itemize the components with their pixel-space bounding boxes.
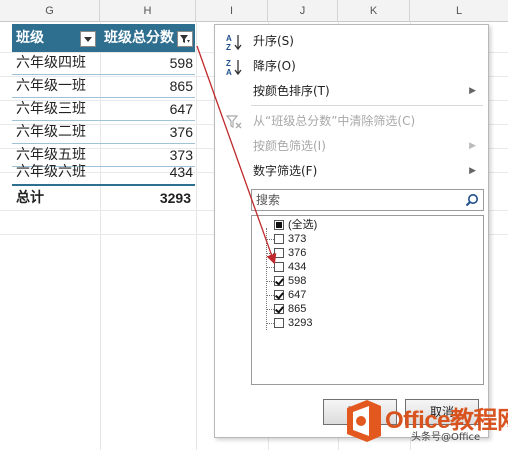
gridline — [196, 22, 197, 450]
score-value: 376 — [169, 124, 193, 140]
score-value: 647 — [169, 101, 193, 117]
list-item[interactable]: 3293 — [252, 316, 483, 330]
column-header-l[interactable]: L — [410, 0, 508, 22]
column-header-j[interactable]: J — [268, 0, 338, 22]
list-item[interactable]: 598 — [252, 274, 483, 288]
list-item-label: 373 — [288, 233, 307, 245]
watermark-subtitle: 头条号@Office — [411, 432, 481, 443]
list-item-label: 376 — [288, 247, 307, 259]
clear-filter-label: 从“班级总分数”中清除筛选(C) — [253, 114, 416, 128]
table-header-score-label: 班级总分数 — [104, 30, 174, 46]
submenu-arrow-icon: ▶ — [469, 166, 476, 176]
list-item-label: 3293 — [288, 317, 313, 329]
menu-item-clear-filter[interactable]: 从“班级总分数”中清除筛选(C) — [215, 109, 488, 133]
menu-item-sort-ascending[interactable]: A Z 升序(S) — [215, 29, 488, 53]
submenu-arrow-icon: ▶ — [469, 141, 476, 151]
class-name: 六年级四班 — [16, 55, 86, 71]
class-name: 六年级三班 — [16, 101, 86, 117]
table-row: 六年级一班 865 — [12, 75, 195, 98]
sort-descending-label: 降序(O) — [253, 59, 296, 73]
class-filter-button[interactable] — [80, 31, 96, 47]
table-row: 六年级二班 376 — [12, 121, 195, 144]
filter-by-color-label: 按颜色筛选(I) — [253, 139, 326, 153]
sort-by-color-label: 按颜色排序(T) — [253, 84, 330, 98]
menu-item-sort-descending[interactable]: Z A 降序(O) — [215, 54, 488, 78]
total-value: 3293 — [159, 190, 191, 206]
search-box[interactable] — [251, 189, 484, 211]
menu-item-sort-by-color[interactable]: 按颜色排序(T) ▶ — [215, 79, 488, 103]
checkbox[interactable] — [274, 290, 284, 300]
filter-dropdown-menu: A Z 升序(S) Z A 降序(O) 按颜色排序(T) ▶ 从“班级总分数”中… — [214, 24, 489, 438]
sort-ascending-label: 升序(S) — [253, 34, 294, 48]
office-logo-icon — [347, 400, 381, 442]
list-item-label: (全选) — [288, 219, 318, 231]
menu-separator — [251, 105, 483, 106]
list-item-label: 865 — [288, 303, 307, 315]
checkbox[interactable] — [274, 304, 284, 314]
svg-text:Z: Z — [226, 59, 231, 68]
checkbox[interactable] — [274, 318, 284, 328]
column-header-k[interactable]: K — [338, 0, 410, 22]
list-item-label: 647 — [288, 289, 307, 301]
search-icon[interactable] — [465, 193, 479, 210]
column-header-row: G H I J K L — [0, 0, 508, 22]
column-header-h[interactable]: H — [100, 0, 196, 22]
menu-item-filter-by-color[interactable]: 按颜色筛选(I) ▶ — [215, 134, 488, 158]
list-item[interactable]: 434 — [252, 260, 483, 274]
list-item[interactable]: 647 — [252, 288, 483, 302]
submenu-arrow-icon: ▶ — [469, 86, 476, 96]
total-label: 总计 — [16, 190, 44, 206]
search-input[interactable] — [256, 192, 456, 208]
checkbox[interactable] — [274, 248, 284, 258]
class-name: 六年级六班 — [16, 164, 86, 180]
column-header-g[interactable]: G — [0, 0, 100, 22]
list-item-select-all[interactable]: (全选) — [252, 218, 483, 232]
dropdown-arrow-icon — [84, 37, 92, 42]
filter-funnel-icon — [180, 35, 190, 43]
list-item[interactable]: 376 — [252, 246, 483, 260]
table-row: 六年级六班 434 — [12, 161, 195, 184]
table-row: 六年级四班 598 — [12, 52, 195, 75]
watermark: Office教程网 头条号@Office — [343, 398, 508, 444]
svg-text:Z: Z — [226, 43, 231, 51]
list-item[interactable]: 373 — [252, 232, 483, 246]
list-item[interactable]: 865 — [252, 302, 483, 316]
number-filter-label: 数字筛选(F) — [253, 164, 318, 178]
svg-text:A: A — [226, 68, 232, 76]
filter-value-list: (全选) 373 376 434 598 647 865 3293 — [251, 215, 484, 385]
total-row: 总计 3293 — [12, 184, 195, 208]
class-name: 六年级二班 — [16, 124, 86, 140]
table-header-class: 班级 — [12, 24, 100, 52]
score-value: 865 — [169, 78, 193, 94]
checkbox[interactable] — [274, 262, 284, 272]
list-item-label: 434 — [288, 261, 307, 273]
list-item-label: 598 — [288, 275, 307, 287]
table-row: 六年级三班 647 — [12, 98, 195, 121]
checkbox[interactable] — [274, 276, 284, 286]
column-header-i[interactable]: I — [196, 0, 268, 22]
score-filter-button[interactable] — [177, 31, 193, 47]
table-header-class-label: 班级 — [16, 30, 44, 46]
score-value: 434 — [169, 164, 193, 180]
svg-text:A: A — [226, 34, 232, 43]
menu-item-number-filter[interactable]: 数字筛选(F) ▶ — [215, 159, 488, 183]
checkbox[interactable] — [274, 234, 284, 244]
checkbox[interactable] — [274, 220, 284, 230]
score-value: 598 — [169, 55, 193, 71]
class-name: 六年级一班 — [16, 78, 86, 94]
table-header-score: 班级总分数 — [100, 24, 195, 52]
